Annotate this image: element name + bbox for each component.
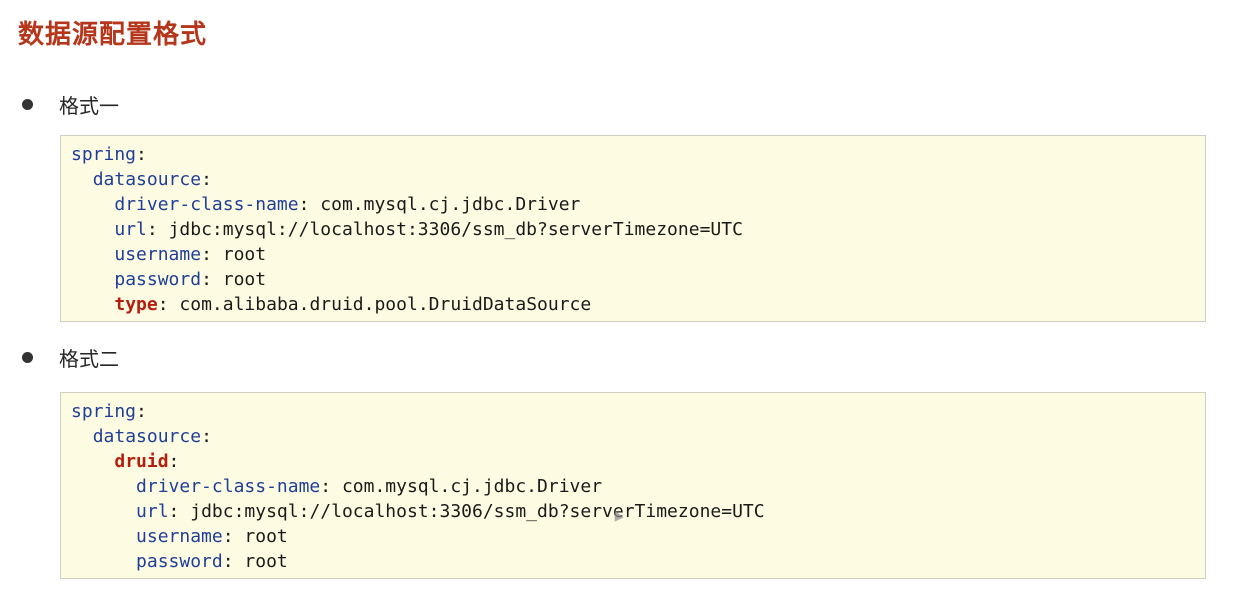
yaml-value: root [222,269,267,290]
code-line: username: root [71,524,1205,549]
yaml-sep: : [201,426,212,447]
yaml-key: password [136,551,223,572]
code-block-format-2: spring: datasource: druid: driver-class-… [60,392,1206,579]
yaml-sep: : [222,551,245,572]
code-line: type: com.alibaba.druid.pool.DruidDataSo… [71,292,1205,317]
yaml-sep: : [136,401,147,422]
yaml-value: root [222,244,267,265]
yaml-key: driver-class-name [114,194,299,215]
code-line: druid: [71,449,1205,474]
section-2-label: 格式二 [59,346,119,371]
code-line: driver-class-name: com.mysql.cj.jdbc.Dri… [71,474,1205,499]
yaml-key: spring [71,401,137,422]
yaml-key: username [114,244,202,265]
section-1-label: 格式一 [59,93,119,118]
code-line: spring: [71,399,1205,424]
code-line: driver-class-name: com.mysql.cj.jdbc.Dri… [71,192,1205,217]
yaml-sep: : [168,501,191,522]
yaml-key: password [114,269,202,290]
yaml-value: jdbc:mysql://localhost:3306/ssm_db?serve… [190,501,765,522]
yaml-sep: : [201,269,223,290]
yaml-key: datasource [92,426,202,447]
yaml-value: root [244,551,288,572]
yaml-value: com.mysql.cj.jdbc.Driver [320,194,581,215]
yaml-key: datasource [92,169,202,190]
code-line: username: root [71,242,1205,267]
yaml-sep: : [201,244,223,265]
code-line: url: jdbc:mysql://localhost:3306/ssm_db?… [71,499,1205,524]
yaml-sep: : [298,194,321,215]
yaml-value: root [244,526,288,547]
yaml-value: com.alibaba.druid.pool.DruidDataSource [179,294,592,315]
yaml-value: com.mysql.cj.jdbc.Driver [341,476,603,497]
yaml-key: username [136,526,223,547]
yaml-key: driver-class-name [136,476,321,497]
yaml-key: spring [71,144,137,165]
yaml-key: url [136,501,169,522]
yaml-sep: : [201,169,212,190]
bullet-dot-icon [22,98,33,110]
yaml-value: jdbc:mysql://localhost:3306/ssm_db?serve… [168,219,743,240]
yaml-sep: : [157,294,180,315]
yaml-sep: : [168,451,180,472]
code-line: spring: [71,142,1205,167]
code-line: password: root [71,549,1205,574]
page-title: 数据源配置格式 [18,20,208,50]
code-line: password: root [71,267,1205,292]
code-line: datasource: [71,424,1205,449]
code-block-format-1: spring: datasource: driver-class-name: c… [60,135,1206,322]
yaml-key-highlight: druid [114,451,169,472]
code-line: datasource: [71,167,1205,192]
yaml-sep: : [222,526,245,547]
yaml-key-highlight: type [114,294,158,315]
yaml-sep: : [320,476,342,497]
section-2-bullet: 格式二 [18,342,119,372]
yaml-key: url [114,219,147,240]
yaml-sep: : [136,144,147,165]
section-1-bullet: 格式一 [18,89,119,119]
bullet-dot-icon [22,351,33,363]
code-line: url: jdbc:mysql://localhost:3306/ssm_db?… [71,217,1205,242]
yaml-sep: : [146,219,169,240]
